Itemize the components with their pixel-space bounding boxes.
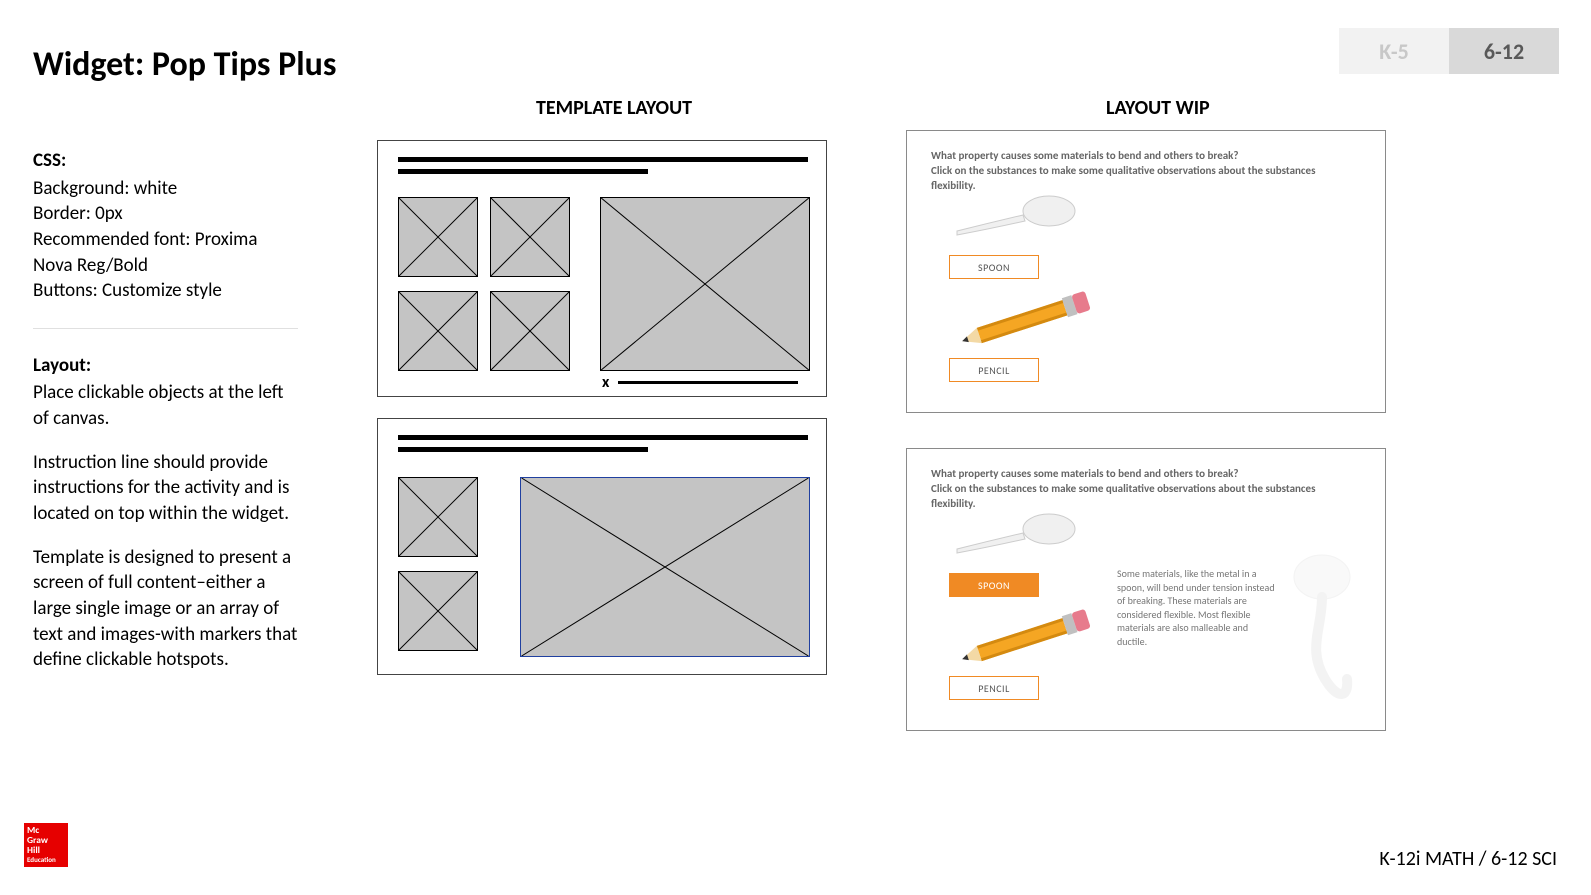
wip-example-2: What property causes some materials to b…	[906, 448, 1386, 731]
page-title: Widget: Pop Tips Plus	[33, 44, 336, 85]
divider	[33, 328, 298, 329]
placeholder-large-image	[600, 197, 810, 371]
tab-k5[interactable]: K-5	[1339, 28, 1449, 74]
placeholder-image-1	[398, 197, 478, 277]
pencil-icon[interactable]	[949, 291, 1099, 351]
template-wireframe-2	[377, 418, 827, 675]
css-lines: Background: white Border: 0px Recommende…	[33, 176, 303, 304]
pencil-icon[interactable]	[949, 609, 1099, 669]
wip-question-line2: Click on the substances to make some qua…	[931, 164, 1361, 194]
tab-6-12[interactable]: 6-12	[1449, 28, 1559, 74]
placeholder-image-4	[490, 291, 570, 371]
css-border: Border: 0px	[33, 201, 303, 227]
headline-line	[398, 157, 808, 162]
ghost-spoon-icon	[1277, 549, 1367, 709]
heading-template-layout: TEMPLATE LAYOUT	[536, 96, 692, 120]
wip-question-line2: Click on the substances to make some qua…	[931, 482, 1361, 512]
placeholder-image-3	[398, 291, 478, 371]
footer-text: K-12i MATH / 6-12 SCI	[1379, 847, 1557, 871]
spoon-button-active[interactable]: SPOON	[949, 573, 1039, 597]
layout-label: Layout:	[33, 353, 303, 379]
headline-line	[398, 435, 808, 440]
css-label: CSS:	[33, 148, 303, 174]
placeholder-large-image	[520, 477, 810, 657]
placeholder-image-2	[398, 571, 478, 651]
spoon-info-text: Some materials, like the metal in a spoo…	[1117, 567, 1277, 648]
wip-question-line1: What property causes some materials to b…	[931, 149, 1361, 164]
heading-layout-wip: LAYOUT WIP	[1106, 96, 1210, 120]
mcgraw-hill-logo: Mc Graw Hill Education	[24, 823, 68, 867]
wip-example-1: What property causes some materials to b…	[906, 130, 1386, 413]
template-wireframe-1: x	[377, 140, 827, 397]
css-buttons: Buttons: Customize style	[33, 278, 303, 304]
wip-question-line1: What property causes some materials to b…	[931, 467, 1361, 482]
layout-p3: Template is designed to present a screen…	[33, 545, 303, 673]
spoon-icon[interactable]	[949, 193, 1079, 248]
logo-line4: Education	[27, 856, 65, 863]
subhead-line	[398, 169, 648, 174]
spoon-icon[interactable]	[949, 511, 1079, 566]
spoon-button[interactable]: SPOON	[949, 255, 1039, 279]
css-background: Background: white	[33, 176, 303, 202]
wip-items: SPOON PENCIL	[949, 193, 1099, 382]
layout-p1: Place clickable objects at the left of c…	[33, 380, 303, 431]
caption-line	[618, 381, 798, 384]
caption-x-icon: x	[602, 373, 609, 392]
grade-tabs: K-5 6-12	[1339, 28, 1559, 74]
left-column: CSS: Background: white Border: 0px Recom…	[33, 148, 303, 691]
wip-items: SPOON PENCIL	[949, 511, 1099, 700]
subhead-line	[398, 447, 648, 452]
css-font-line1: Recommended font: Proxima	[33, 227, 303, 253]
pencil-button[interactable]: PENCIL	[949, 358, 1039, 382]
pencil-button[interactable]: PENCIL	[949, 676, 1039, 700]
placeholder-image-2	[490, 197, 570, 277]
placeholder-image-1	[398, 477, 478, 557]
layout-p2: Instruction line should provide instruct…	[33, 450, 303, 527]
css-font-line2: Nova Reg/Bold	[33, 253, 303, 279]
